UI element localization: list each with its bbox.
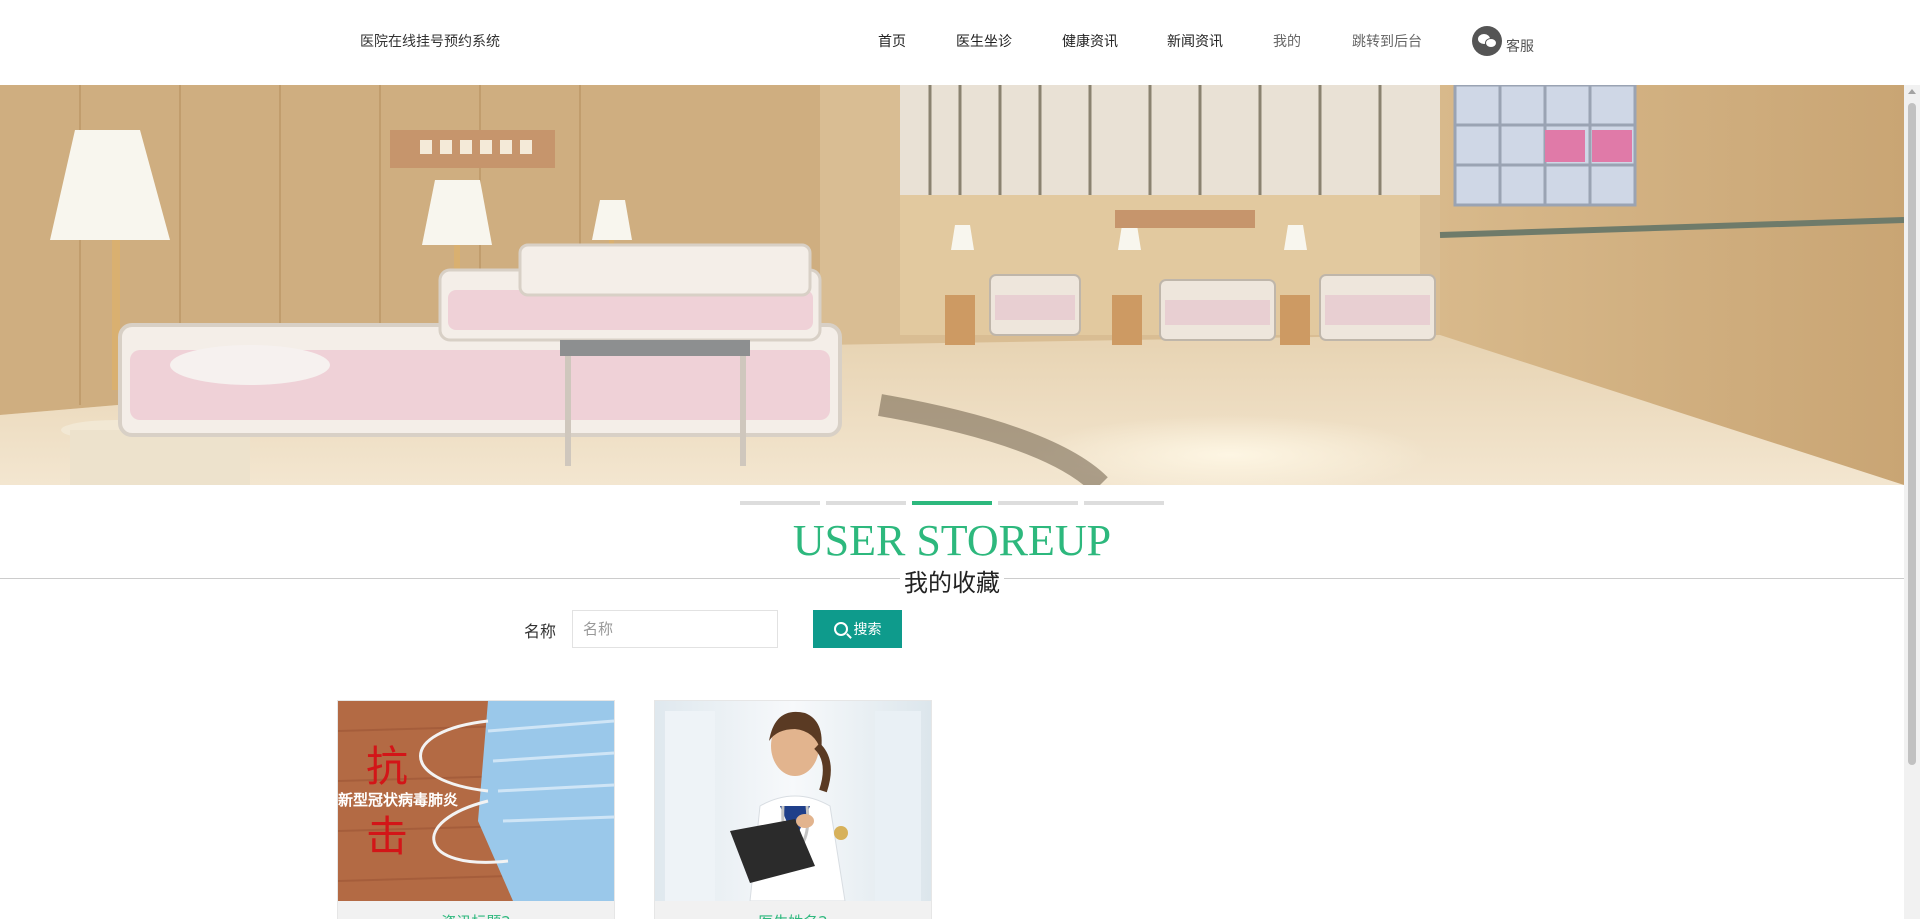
customer-service-label: 客服 xyxy=(1506,39,1534,55)
carousel-indicator-4[interactable] xyxy=(998,501,1078,505)
favorite-card[interactable]: 抗 击 新型冠状病毒肺炎 资讯标题2 xyxy=(337,700,615,919)
search-button[interactable]: 搜索 xyxy=(813,610,902,648)
page-scrollbar[interactable] xyxy=(1904,85,1920,919)
carousel-indicator-1[interactable] xyxy=(740,501,820,505)
card-image-news: 抗 击 新型冠状病毒肺炎 xyxy=(338,701,614,901)
banner-image xyxy=(0,85,1904,485)
nav-doctor-visits[interactable]: 医生坐诊 xyxy=(956,31,1012,51)
scroll-up-arrow-icon[interactable] xyxy=(1908,89,1916,94)
search-button-label: 搜索 xyxy=(853,622,882,638)
card-image-doctor xyxy=(655,701,931,901)
header: 医院在线挂号预约系统 首页 医生坐诊 健康资讯 新闻资讯 我的 跳转到后台 客服 xyxy=(0,0,1904,85)
section-title-en: USER STOREUP xyxy=(792,516,1112,565)
card-image-caption: 新型冠状病毒肺炎 xyxy=(338,791,458,809)
favorite-card[interactable]: 医生姓名2 xyxy=(654,700,932,919)
search-input[interactable] xyxy=(572,610,778,648)
scrollbar-thumb[interactable] xyxy=(1908,103,1916,765)
carousel-indicator-2[interactable] xyxy=(826,501,906,505)
nav-news[interactable]: 新闻资讯 xyxy=(1167,31,1223,51)
card-image-char-2: 击 xyxy=(366,812,408,861)
search-icon xyxy=(833,622,848,636)
nav-admin[interactable]: 跳转到后台 xyxy=(1352,31,1422,51)
customer-service-button[interactable]: 客服 xyxy=(1472,25,1534,57)
hospital-ward-illustration xyxy=(0,85,1904,485)
nav-health-info[interactable]: 健康资讯 xyxy=(1062,31,1118,51)
nav-home[interactable]: 首页 xyxy=(878,31,906,51)
card-image-char-1: 抗 xyxy=(366,742,408,791)
section-title-cn-text: 我的收藏 xyxy=(900,569,1004,597)
page: 医院在线挂号预约系统 首页 医生坐诊 健康资讯 新闻资讯 我的 跳转到后台 客服 xyxy=(0,0,1920,919)
main-nav: 首页 医生坐诊 健康资讯 新闻资讯 我的 跳转到后台 xyxy=(0,0,1904,85)
card-title[interactable]: 资讯标题2 xyxy=(338,911,614,919)
carousel-indicators xyxy=(740,501,1164,505)
nav-mine[interactable]: 我的 xyxy=(1273,31,1301,51)
card-title[interactable]: 医生姓名2 xyxy=(655,911,931,919)
wechat-icon xyxy=(1472,26,1502,56)
carousel-indicator-3[interactable] xyxy=(912,501,992,505)
search-label: 名称 xyxy=(524,622,557,641)
carousel-indicator-5[interactable] xyxy=(1084,501,1164,505)
section-title-cn: 我的收藏 xyxy=(0,563,1904,598)
